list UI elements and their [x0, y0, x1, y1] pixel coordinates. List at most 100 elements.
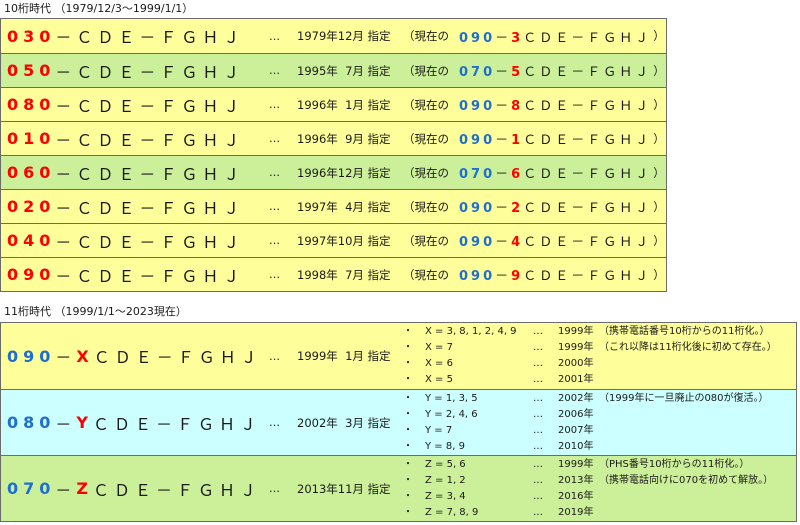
old-prefix: 010: [7, 129, 56, 148]
bullet: ・: [403, 326, 413, 337]
designation-date: 2013年11月 指定: [297, 481, 391, 496]
designation-date: 1979年12月 指定: [297, 29, 391, 43]
sub-values: Z = 3, 4: [425, 491, 466, 502]
ellipsis: …: [269, 98, 280, 111]
dash: －: [55, 480, 77, 500]
current-close: ）: [653, 97, 665, 112]
current-rest: ＣＤＥ－ＦＧＨＪ: [523, 99, 652, 114]
number-rest: －ＣＤＥ－ＦＧＨＪ: [55, 198, 245, 218]
current-rest: ＣＤＥ－ＦＧＨＪ: [523, 235, 652, 250]
ellipsis: …: [269, 64, 280, 77]
prefix: 080: [7, 413, 56, 432]
ellipsis: …: [269, 349, 280, 363]
phone-pattern: 010 －ＣＤＥ－ＦＧＨＪ: [7, 122, 244, 155]
designation-date: 1996年 9月 指定: [297, 131, 391, 146]
ellipsis: …: [533, 358, 543, 369]
sub-values: X = 6: [425, 358, 453, 369]
current-digit: 9: [511, 269, 524, 284]
number-rest: －ＣＤＥ－ＦＧＨＪ: [55, 232, 245, 252]
current-rest: ＣＤＥ－ＦＧＨＪ: [523, 269, 652, 284]
variable-letter: X: [76, 346, 94, 366]
sub-values: Z = 1, 2: [425, 475, 466, 486]
current-dash: －: [495, 201, 512, 216]
current-prefix: 090: [459, 269, 496, 284]
current-open: （現在の: [403, 97, 449, 112]
bullet: ・: [403, 459, 413, 470]
sub-year: 2016年: [558, 491, 594, 502]
current-number: （現在の 090－2ＣＤＥ－ＦＧＨＪ）: [403, 190, 665, 223]
current-prefix: 090: [459, 99, 496, 114]
designation-date: 1997年10月 指定: [297, 233, 391, 248]
dash: －: [55, 348, 77, 367]
ellipsis: …: [269, 29, 280, 43]
section-11-heading: 11桁時代 （1999/1/1～2023現在）: [4, 305, 187, 318]
phone-pattern: 080 － Y ＣＤＥ－ＦＧＨＪ: [7, 390, 261, 455]
table-row: 090 －ＣＤＥ－ＦＧＨＪ … 1998年 7月 指定 （現在の 090－9ＣＤＥ－…: [1, 257, 666, 291]
ellipsis: …: [533, 459, 543, 470]
table-row: 070 － Z ＣＤＥ－ＦＧＨＪ … 2013年11月 指定 ・ Z = 5, 6 … 19…: [1, 455, 796, 521]
ellipsis: …: [269, 166, 280, 179]
sub-values: Y = 7: [425, 425, 453, 436]
bullet: ・: [403, 441, 413, 452]
bullet: ・: [403, 374, 413, 385]
ellipsis: …: [533, 441, 543, 452]
designation-date: 1996年 1月 指定: [297, 97, 391, 112]
sub-values: X = 5: [425, 374, 453, 385]
ellipsis: …: [269, 416, 280, 429]
table-row: 030 －ＣＤＥ－ＦＧＨＪ … 1979年12月 指定 （現在の 090－3ＣＤＥ－…: [1, 19, 666, 53]
note: （これ以降は11桁化後に初めて存在。）: [599, 342, 777, 353]
sub-year: 1999年: [558, 342, 594, 353]
current-open: （現在の: [403, 165, 449, 180]
bullet: ・: [403, 491, 413, 502]
sub-year: 2013年: [558, 475, 594, 486]
phone-pattern: 030 －ＣＤＥ－ＦＧＨＪ: [7, 19, 244, 53]
current-dash: －: [495, 99, 512, 114]
ellipsis: …: [533, 409, 543, 420]
designation-date: 1999年 1月 指定: [297, 349, 391, 363]
current-close: ）: [653, 267, 665, 282]
old-prefix: 080: [7, 95, 56, 114]
old-prefix: 050: [7, 61, 56, 80]
designation-date: 1995年 7月 指定: [297, 63, 391, 78]
current-open: （現在の: [403, 63, 449, 78]
current-close: ）: [653, 165, 665, 180]
ellipsis: …: [269, 132, 280, 145]
table-row: 040 －ＣＤＥ－ＦＧＨＪ … 1997年10月 指定 （現在の 090－4ＣＤＥ－…: [1, 223, 666, 257]
current-close: ）: [653, 233, 665, 248]
phone-pattern: 040 －ＣＤＥ－ＦＧＨＪ: [7, 224, 244, 257]
current-rest: ＣＤＥ－ＦＧＨＪ: [523, 201, 652, 216]
sub-values: X = 3, 8, 1, 2, 4, 9: [425, 326, 517, 337]
number-rest: －ＣＤＥ－ＦＧＨＪ: [55, 164, 245, 184]
section-10-heading: 10桁時代 （1979/12/3～1999/1/1）: [4, 2, 194, 15]
ellipsis: …: [533, 374, 543, 385]
phone-pattern: 060 －ＣＤＥ－ＦＧＨＪ: [7, 156, 244, 189]
current-close: ）: [653, 29, 665, 43]
phone-pattern: 090 －ＣＤＥ－ＦＧＨＪ: [7, 258, 244, 291]
phone-pattern: 050 －ＣＤＥ－ＦＧＨＪ: [7, 54, 244, 87]
number-rest: －ＣＤＥ－ＦＧＨＪ: [55, 130, 245, 150]
current-open: （現在の: [403, 199, 449, 214]
sub-year: 1999年: [558, 326, 594, 337]
current-number: （現在の 090－9ＣＤＥ－ＦＧＨＪ）: [403, 258, 665, 291]
note: （携帯電話向けに070を初めて解放。）: [599, 475, 774, 486]
prefix: 070: [7, 479, 56, 498]
current-number: （現在の 090－3ＣＤＥ－ＦＧＨＪ）: [403, 19, 665, 53]
sub-values: Y = 8, 9: [425, 441, 465, 452]
current-dash: －: [495, 133, 512, 148]
sub-values: Y = 2, 4, 6: [425, 409, 478, 420]
current-dash: －: [495, 167, 512, 182]
note: （1999年に一旦廃止の080が復活。）: [599, 393, 769, 404]
ellipsis: …: [269, 234, 280, 247]
current-number: （現在の 070－6ＣＤＥ－ＦＧＨＪ）: [403, 156, 665, 189]
number-rest: ＣＤＥ－ＦＧＨＪ: [93, 480, 262, 500]
phone-pattern: 080 －ＣＤＥ－ＦＧＨＪ: [7, 88, 244, 121]
current-close: ）: [653, 199, 665, 214]
current-prefix: 090: [459, 201, 496, 216]
current-dash: －: [495, 65, 512, 80]
ellipsis: …: [269, 200, 280, 213]
ellipsis: …: [533, 507, 543, 518]
current-prefix: 090: [459, 30, 496, 46]
old-prefix: 060: [7, 163, 56, 182]
current-prefix: 070: [459, 167, 496, 182]
sub-year: 2002年: [558, 393, 594, 404]
